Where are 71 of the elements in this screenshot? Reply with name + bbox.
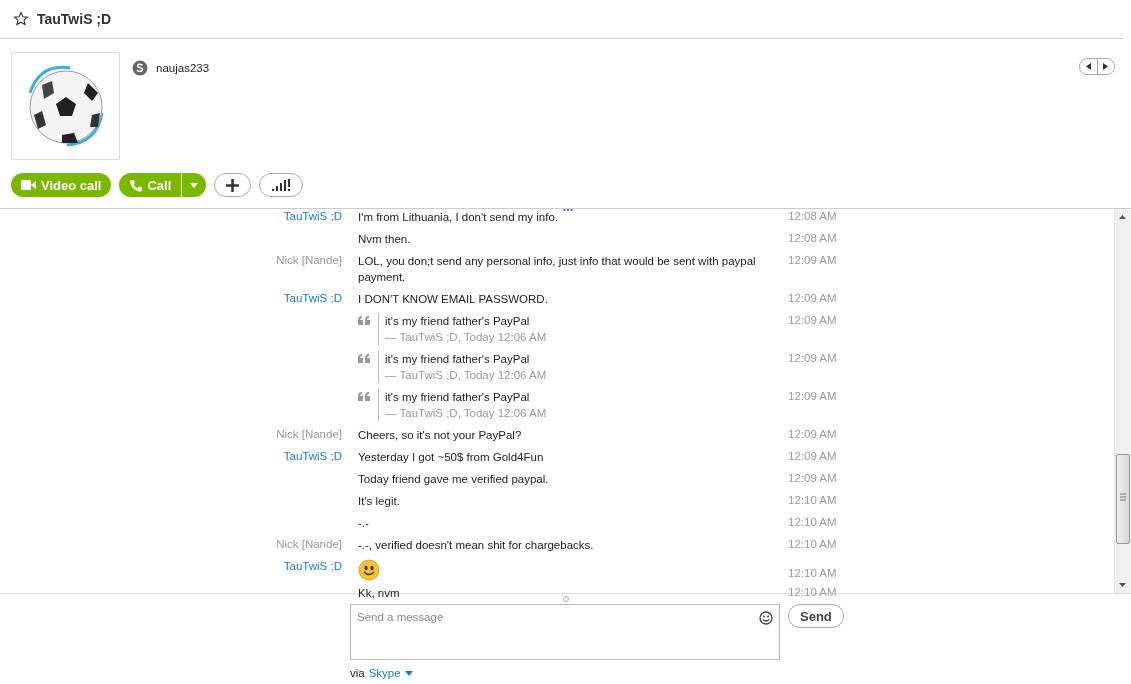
resize-handle-icon[interactable] [563,208,573,212]
scrollbar-thumb[interactable] [1116,454,1130,544]
message-text: Today friend gave me verified paypal. [358,473,549,485]
message-text: LOL, you don;t send any personal info, just info that would be sent with paypal payment. [358,255,756,283]
message-time: 12:09 AM [788,313,838,326]
quote-source: — TauTwiS ;D, Today 12:06 AM [385,368,547,383]
message-time: 12:10 AM [788,585,838,598]
message-text: Nvm then. [358,233,411,245]
message-time: 12:08 AM [788,209,838,222]
quote-icon [358,392,370,401]
send-button[interactable]: Send [788,604,844,628]
signal-button[interactable] [259,173,304,197]
message-time: 12:09 AM [788,291,838,304]
message-text: I DON'T KNOW EMAIL PASSWORD. [358,293,548,305]
left-arrow-icon[interactable] [1085,63,1091,70]
caret-icon [404,670,413,676]
call-button[interactable]: Call [119,173,183,197]
username: naujas233 [156,62,210,74]
message-time: 12:09 AM [788,389,838,402]
caret-icon [190,182,199,188]
message-time: 12:10 AM [788,515,838,528]
sender-name: Nick [Nande] [275,537,342,550]
quote-source: — TauTwiS ;D, Today 12:06 AM [385,406,547,421]
sender-name: Nick [Nande] [275,253,342,266]
sender-name: TauTwiS ;D [282,449,342,462]
sender-name: Nick [Nande] [275,427,342,440]
down-arrow-icon[interactable] [1119,583,1126,587]
quote-icon [358,354,370,363]
smiley-icon [358,559,380,581]
sender-name: TauTwiS ;D [282,559,342,572]
sender-name: TauTwiS ;D [282,209,342,222]
message-time: 12:10 AM [788,566,838,579]
via-label: via [350,667,365,679]
quote-source: — TauTwiS ;D, Today 12:06 AM [385,330,547,345]
message-text: It's legit. [358,495,400,507]
message-text: I'm from Lithuania, I don't send my info. [358,211,558,223]
phone-icon [129,178,143,192]
pager-control[interactable] [1079,58,1115,75]
right-arrow-icon[interactable] [1103,63,1109,70]
star-icon[interactable] [13,11,29,27]
quoted-message: it's my friend father's PayPal [385,390,531,405]
sender-name: TauTwiS ;D [282,291,342,304]
scrollbar[interactable] [1114,209,1131,593]
message-time: 12:09 AM [788,471,838,484]
message-text: Cheers, so it's not your PayPal? [358,429,522,441]
message-time: 12:09 AM [788,351,838,364]
message-time: 12:09 AM [788,449,838,462]
plus-icon [226,178,240,192]
up-arrow-icon[interactable] [1119,215,1126,219]
video-camera-icon [21,180,36,190]
message-time: 12:09 AM [788,253,838,266]
message-text: Yesterday I got ~50$ from Gold4Fun [358,451,544,463]
grip-icon [1120,493,1126,501]
message-text: -.-, verified doesn't mean shit for chargebacks. [358,539,594,551]
quote-icon [358,316,370,325]
message-time: 12:10 AM [788,537,838,550]
message-text: -.- [358,517,369,529]
message-text: Kk, nvm [358,587,400,599]
quoted-message: it's my friend father's PayPal [385,352,531,367]
skype-icon [132,60,148,76]
message-time: 12:09 AM [788,427,838,440]
video-call-button[interactable]: Video call [11,173,112,197]
signal-bars-icon [272,179,291,191]
smiley-icon[interactable] [759,611,773,625]
add-button[interactable] [214,173,252,197]
message-time: 12:10 AM [788,493,838,506]
message-input[interactable]: Send a message [350,604,780,660]
quoted-message: it's my friend father's PayPal [385,314,531,329]
message-time: 12:08 AM [788,231,838,244]
window-title: TauTwiS ;D [37,11,112,27]
service-selector[interactable]: Skype [368,667,413,679]
